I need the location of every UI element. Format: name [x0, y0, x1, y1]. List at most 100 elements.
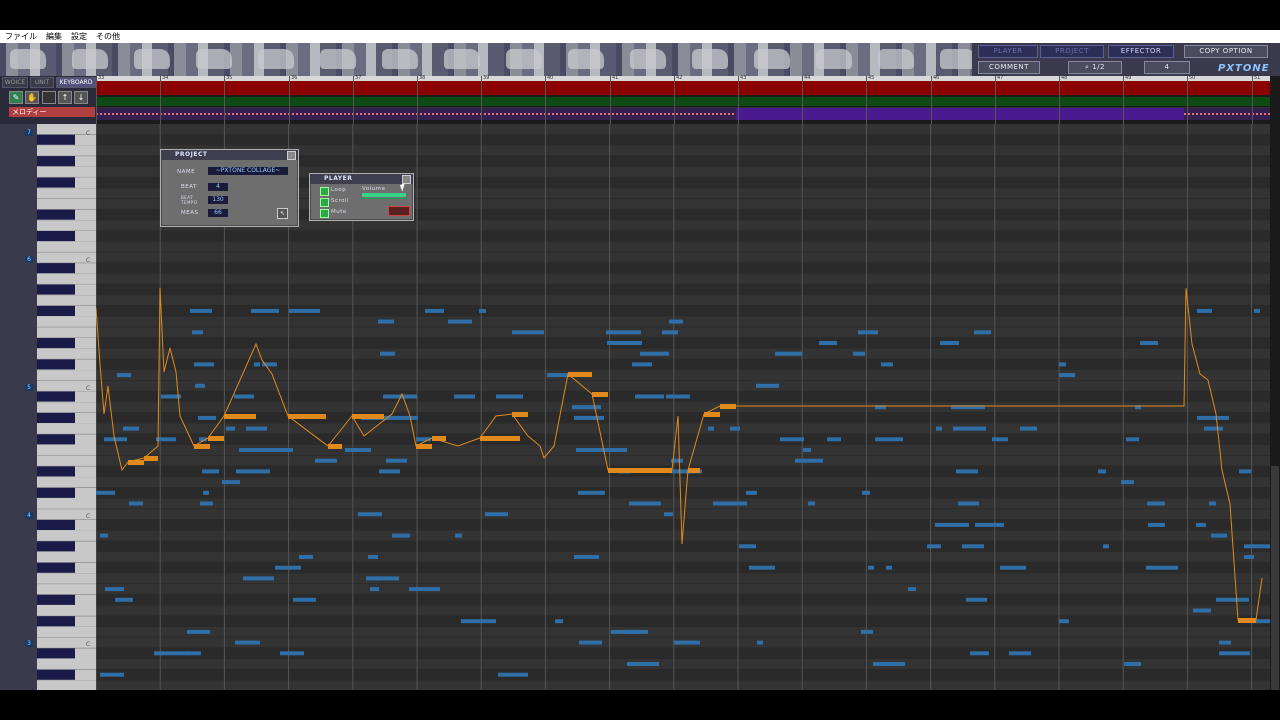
unit-note[interactable]: [576, 448, 605, 452]
black-key[interactable]: [37, 466, 75, 477]
melody-note[interactable]: [592, 392, 608, 397]
unit-note[interactable]: [1103, 544, 1109, 549]
unit-note[interactable]: [1197, 415, 1229, 420]
unit-note[interactable]: [461, 619, 496, 624]
tab-unit[interactable]: UNIT: [30, 77, 54, 88]
unit-note[interactable]: [962, 544, 984, 549]
unit-note[interactable]: [627, 662, 659, 666]
melody-note[interactable]: [720, 404, 736, 409]
black-key[interactable]: [37, 434, 75, 445]
unit-note[interactable]: [96, 490, 115, 495]
unit-note[interactable]: [202, 469, 219, 474]
unit-note[interactable]: [875, 437, 903, 442]
unit-note[interactable]: [243, 576, 274, 581]
player-button[interactable]: PLAYER: [978, 45, 1038, 58]
unit-note[interactable]: [956, 469, 978, 474]
scroll-up-icon[interactable]: ↑: [58, 91, 72, 104]
unit-note[interactable]: [775, 351, 802, 356]
unit-note[interactable]: [194, 362, 214, 367]
unit-note[interactable]: [666, 394, 690, 399]
black-key[interactable]: [37, 156, 75, 167]
beat-field[interactable]: 4: [208, 183, 228, 191]
unit-note[interactable]: [192, 330, 203, 335]
unit-note[interactable]: [958, 501, 979, 506]
unit-selector[interactable]: メロディー: [9, 107, 95, 117]
black-key[interactable]: [37, 134, 75, 145]
zoom-select[interactable]: ⌕ 1/2: [1068, 61, 1122, 74]
unit-note[interactable]: [448, 319, 472, 324]
unit-note[interactable]: [629, 501, 661, 506]
unit-note[interactable]: [251, 308, 279, 313]
unit-note[interactable]: [1009, 651, 1031, 656]
menu-file[interactable]: ファイル: [5, 31, 37, 42]
black-key[interactable]: [37, 231, 75, 242]
unit-note[interactable]: [853, 351, 865, 356]
unit-note[interactable]: [908, 587, 916, 592]
hand-tool-icon[interactable]: ✋: [25, 91, 39, 104]
unit-note[interactable]: [1211, 533, 1227, 538]
project-window[interactable]: PROJECT NAME ~PXTONE COLLAGE~ BEAT 4 BEA…: [160, 149, 299, 227]
piano-keyboard[interactable]: C C C C C: [37, 124, 96, 692]
melody-note[interactable]: [416, 444, 432, 449]
unit-note[interactable]: [936, 426, 942, 431]
unit-note[interactable]: [370, 587, 379, 592]
unit-note[interactable]: [975, 522, 1004, 527]
unit-note[interactable]: [1148, 522, 1165, 527]
close-icon[interactable]: [287, 151, 296, 160]
division-select[interactable]: 4: [1144, 61, 1190, 74]
unit-note[interactable]: [572, 405, 601, 410]
black-key[interactable]: [37, 519, 75, 530]
unit-note[interactable]: [386, 458, 407, 463]
unit-note[interactable]: [293, 597, 316, 602]
white-key[interactable]: [37, 498, 96, 509]
unit-note[interactable]: [1059, 362, 1066, 367]
unit-note[interactable]: [156, 437, 176, 442]
unit-note[interactable]: [1216, 597, 1249, 602]
unit-note[interactable]: [409, 587, 440, 592]
unit-note[interactable]: [757, 640, 763, 645]
black-key[interactable]: [37, 487, 75, 498]
white-key[interactable]: [37, 455, 96, 466]
unit-note[interactable]: [100, 533, 108, 538]
unit-note[interactable]: [868, 565, 874, 570]
melody-note[interactable]: [328, 444, 342, 449]
unit-note[interactable]: [739, 544, 756, 549]
mute-checkbox[interactable]: [320, 209, 329, 218]
vertical-scrollbar[interactable]: [1270, 76, 1280, 690]
unit-note[interactable]: [606, 330, 641, 335]
black-key[interactable]: [37, 284, 75, 295]
unit-note[interactable]: [1196, 522, 1206, 527]
unit-note[interactable]: [235, 640, 260, 645]
unit-timeline-lane[interactable]: [96, 108, 1270, 120]
unit-note[interactable]: [1244, 555, 1254, 559]
unit-note[interactable]: [1193, 608, 1211, 613]
unit-note[interactable]: [861, 629, 873, 634]
unit-note[interactable]: [236, 469, 270, 474]
unit-note[interactable]: [819, 341, 837, 345]
unit-note[interactable]: [260, 448, 293, 452]
menu-settings[interactable]: 設定: [71, 31, 87, 42]
unit-note[interactable]: [190, 308, 212, 313]
unit-note[interactable]: [368, 555, 378, 559]
unit-note[interactable]: [756, 383, 779, 388]
white-key[interactable]: [37, 626, 96, 637]
unit-note[interactable]: [1239, 469, 1251, 474]
melody-note[interactable]: [1238, 618, 1256, 623]
unit-note[interactable]: [635, 394, 664, 399]
melody-note[interactable]: [128, 460, 144, 465]
unit-note[interactable]: [555, 619, 563, 624]
unit-note[interactable]: [1098, 469, 1106, 474]
unit-note[interactable]: [454, 394, 475, 399]
scrollbar-thumb[interactable]: [1271, 466, 1279, 690]
unit-note[interactable]: [1244, 544, 1270, 549]
unit-note[interactable]: [974, 330, 991, 335]
unit-note[interactable]: [105, 587, 124, 592]
white-key[interactable]: [37, 477, 96, 488]
unit-note[interactable]: [674, 640, 700, 645]
unit-note[interactable]: [1020, 426, 1037, 431]
scroll-down-icon[interactable]: ↓: [74, 91, 88, 104]
unit-note[interactable]: [746, 490, 757, 495]
unit-note[interactable]: [966, 597, 987, 602]
unit-note[interactable]: [100, 672, 124, 677]
black-key[interactable]: [37, 669, 75, 680]
